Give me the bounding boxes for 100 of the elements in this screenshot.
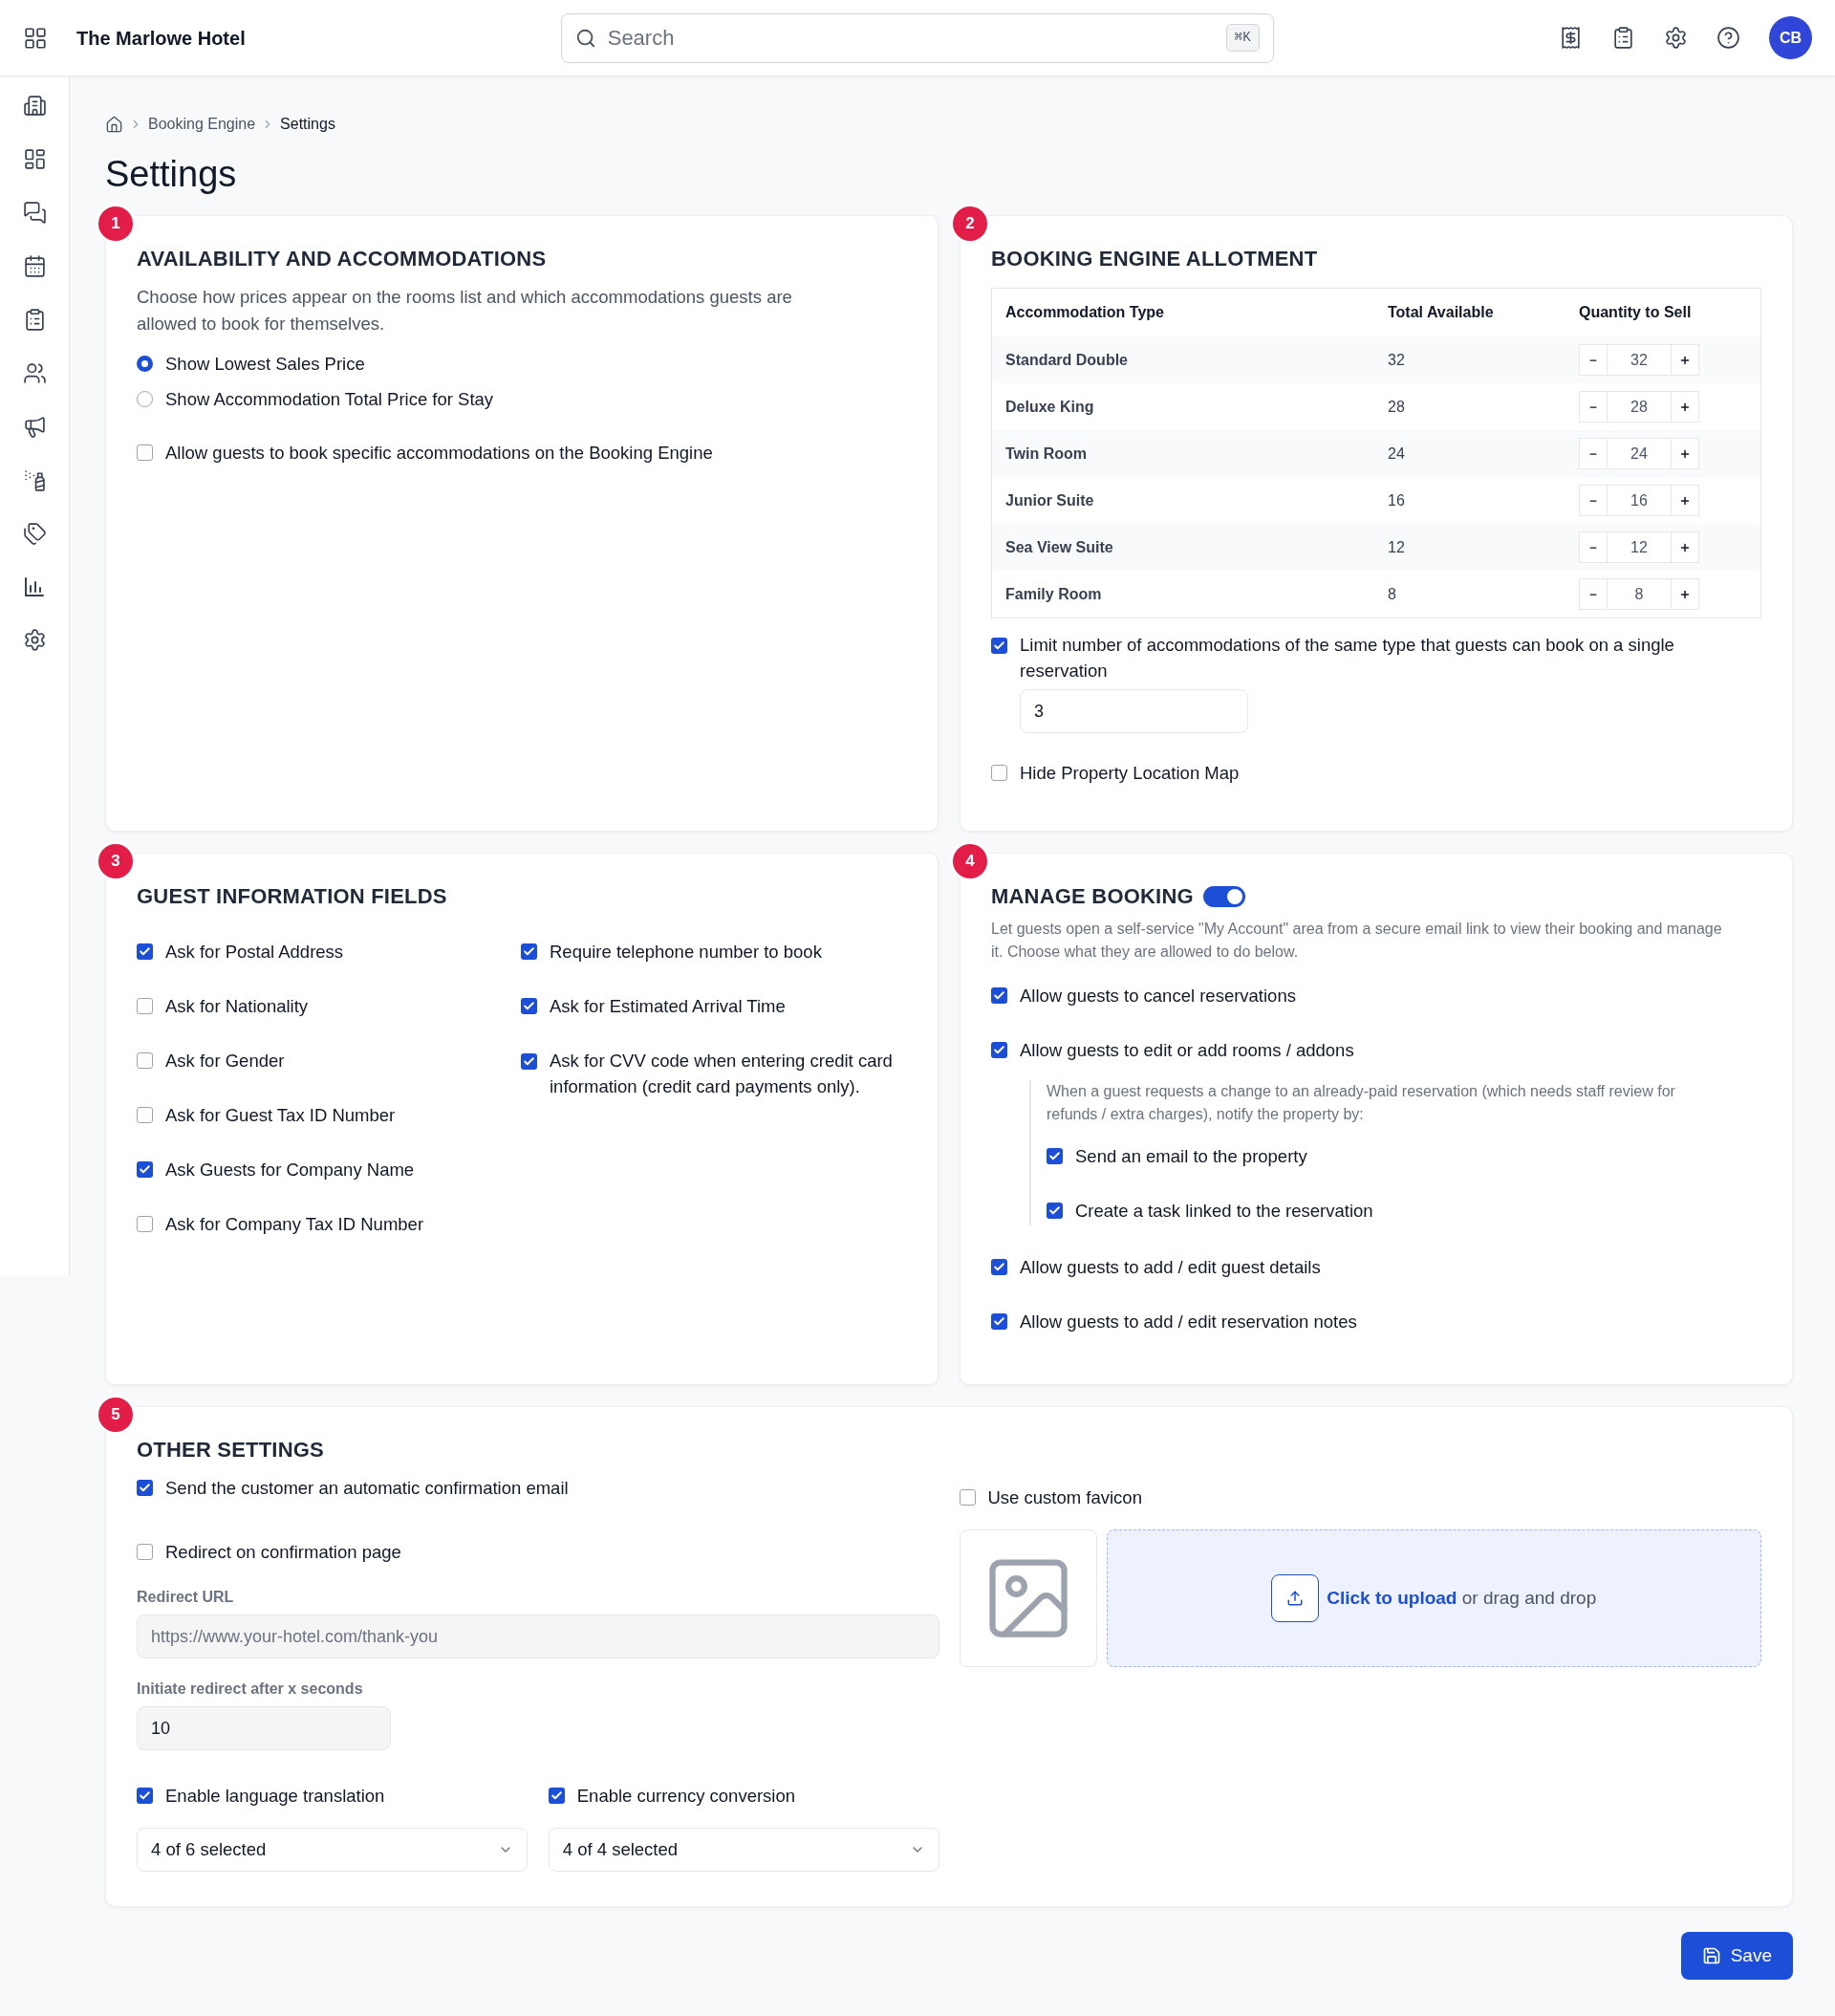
quantity-field[interactable]: 12: [1608, 531, 1671, 563]
check-icon: [523, 1000, 535, 1012]
quantity-field[interactable]: 16: [1608, 485, 1671, 516]
option-label: Hide Property Location Map: [1020, 762, 1240, 785]
clipboard-icon[interactable]: [1611, 26, 1635, 50]
increment-button[interactable]: [1671, 391, 1699, 423]
checkbox[interactable]: [991, 1042, 1007, 1058]
redirect-delay-field[interactable]: 10: [137, 1706, 391, 1750]
upload-dropzone[interactable]: Click to upload or drag and drop: [1106, 1529, 1761, 1667]
radio-button[interactable]: [137, 391, 153, 407]
spray-bottle-icon[interactable]: [22, 468, 47, 492]
increment-button[interactable]: [1671, 578, 1699, 610]
settings-icon[interactable]: [22, 628, 47, 652]
radio-button[interactable]: [137, 356, 153, 372]
option-label: Ask for Guest Tax ID Number: [165, 1104, 396, 1127]
checkbox[interactable]: [1047, 1148, 1063, 1164]
upload-hint: Click to upload or drag and drop: [1327, 1586, 1597, 1610]
save-button[interactable]: Save: [1680, 1932, 1793, 1980]
option-label: Send the customer an automatic confirmation email: [165, 1477, 569, 1500]
section-description: Let guests open a self-service "My Account" area from a secure email link to view their booking and manage it. Choose what they are allowed to do below.: [991, 920, 1723, 962]
check-icon: [1048, 1150, 1061, 1162]
checkbox[interactable]: [137, 444, 153, 461]
upload-link[interactable]: Click to upload: [1327, 1587, 1457, 1608]
user-avatar[interactable]: CB: [1769, 16, 1812, 59]
checkbox[interactable]: [991, 638, 1007, 654]
notify-description: When a guest requests a change to an already-paid reservation (which needs staff review for refunds / extra charges), notify the property by:: [1047, 1082, 1676, 1124]
option-label: Ask for Postal Address: [165, 941, 344, 964]
breadcrumb-link[interactable]: Settings: [280, 113, 335, 136]
dashboard-icon[interactable]: [22, 147, 47, 171]
search-field[interactable]: Search ⌘K: [560, 12, 1274, 63]
check-icon: [993, 1044, 1005, 1056]
option-label: Enable currency conversion: [576, 1785, 796, 1808]
help-icon[interactable]: [1716, 26, 1740, 50]
plus-icon: [1679, 494, 1691, 507]
quantity-field[interactable]: 24: [1608, 438, 1671, 469]
checkbox[interactable]: [548, 1788, 565, 1804]
apps-icon[interactable]: [23, 25, 48, 51]
users-icon[interactable]: [22, 361, 47, 385]
increment-button[interactable]: [1671, 438, 1699, 469]
checkbox[interactable]: [521, 1053, 537, 1070]
breadcrumb-link[interactable]: Booking Engine: [148, 113, 256, 136]
check-icon: [139, 1163, 151, 1176]
increment-button[interactable]: [1671, 485, 1699, 516]
section-description: Choose how prices appear on the rooms list and which accommodations guests are allowed to book for themselves.: [137, 286, 793, 336]
checkbox[interactable]: [137, 1052, 153, 1069]
checkbox[interactable]: [991, 765, 1007, 781]
multi-select[interactable]: 4 of 6 selected: [137, 1828, 528, 1872]
check-icon: [1048, 1204, 1061, 1217]
check-icon: [523, 945, 535, 958]
app-title: The Marlowe Hotel: [76, 26, 246, 51]
megaphone-icon[interactable]: [22, 415, 47, 439]
option-label: Use custom favicon: [987, 1486, 1142, 1509]
tag-icon[interactable]: [22, 522, 47, 546]
home-icon[interactable]: [105, 115, 123, 134]
column-header: Quantity to Sell: [1579, 303, 1693, 322]
table-cell-text: Family Room: [1005, 584, 1103, 604]
quantity-field[interactable]: 28: [1608, 391, 1671, 423]
toggle-switch[interactable]: [1202, 885, 1245, 907]
checkbox[interactable]: [137, 998, 153, 1014]
plus-icon: [1679, 447, 1691, 460]
table-cell-text: Deluxe King: [1005, 397, 1095, 417]
checkbox[interactable]: [1047, 1203, 1063, 1219]
checkbox[interactable]: [137, 1788, 153, 1804]
table-cell-text: Standard Double: [1005, 350, 1129, 370]
table-cell-text: 8: [1388, 584, 1397, 604]
checkbox[interactable]: [137, 1161, 153, 1178]
checkbox[interactable]: [137, 1107, 153, 1123]
checkbox[interactable]: [137, 1216, 153, 1232]
search-input[interactable]: Search: [607, 22, 1215, 54]
quantity-field[interactable]: 32: [1608, 344, 1671, 376]
settings-icon[interactable]: [1664, 26, 1688, 50]
multi-select[interactable]: 4 of 4 selected: [548, 1828, 939, 1872]
chat-icon[interactable]: [22, 201, 47, 225]
plus-icon: [1679, 541, 1691, 553]
increment-button[interactable]: [1671, 344, 1699, 376]
receipt-icon[interactable]: [1559, 26, 1583, 50]
search-icon: [574, 27, 596, 49]
building-icon[interactable]: [22, 94, 47, 118]
limit-field[interactable]: 3: [1020, 689, 1248, 733]
checkbox[interactable]: [137, 1480, 153, 1496]
checkbox[interactable]: [521, 998, 537, 1014]
checkbox[interactable]: [137, 1544, 153, 1560]
bar-chart-icon[interactable]: [23, 575, 46, 598]
quantity-field[interactable]: 8: [1608, 578, 1671, 610]
option-label: Ask Guests for Company Name: [165, 1159, 415, 1181]
option-label: Allow guests to cancel reservations: [1020, 985, 1296, 1008]
increment-button[interactable]: [1671, 531, 1699, 563]
table-cell-text: 16: [1388, 490, 1406, 510]
option-label: Ask for Estimated Arrival Time: [550, 995, 786, 1018]
checkbox[interactable]: [959, 1489, 976, 1506]
option-label: Send an email to the property: [1075, 1145, 1307, 1168]
checkbox[interactable]: [137, 943, 153, 960]
calendar-icon[interactable]: [22, 254, 47, 278]
checkbox[interactable]: [991, 1313, 1007, 1330]
checkbox[interactable]: [521, 943, 537, 960]
checkbox[interactable]: [991, 1259, 1007, 1275]
option-label: Redirect on confirmation page: [165, 1541, 401, 1564]
option-label: Show Accommodation Total Price for Stay: [165, 388, 494, 411]
check-icon: [993, 989, 1005, 1002]
checkbox[interactable]: [991, 987, 1007, 1004]
